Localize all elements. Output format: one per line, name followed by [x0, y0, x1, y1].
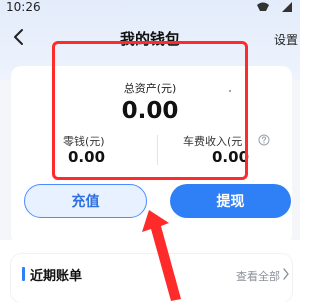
wifi-icon	[257, 2, 269, 11]
recharge-button[interactable]: 充值	[24, 184, 147, 218]
help-icon[interactable]	[258, 134, 270, 146]
chevron-right-icon[interactable]	[282, 268, 290, 280]
view-all-link[interactable]: 查看全部	[236, 268, 280, 284]
status-icons	[257, 2, 292, 12]
recent-bills-title: 近期账单	[30, 269, 83, 284]
signal-icon	[282, 2, 292, 12]
settings-link[interactable]: 设置	[274, 31, 298, 48]
section-accent-bar	[22, 267, 25, 281]
withdraw-button[interactable]: 提现	[170, 184, 291, 218]
status-time: 10:26	[6, 0, 41, 14]
highlight-box	[52, 41, 248, 180]
annotation-arrow	[142, 210, 181, 301]
